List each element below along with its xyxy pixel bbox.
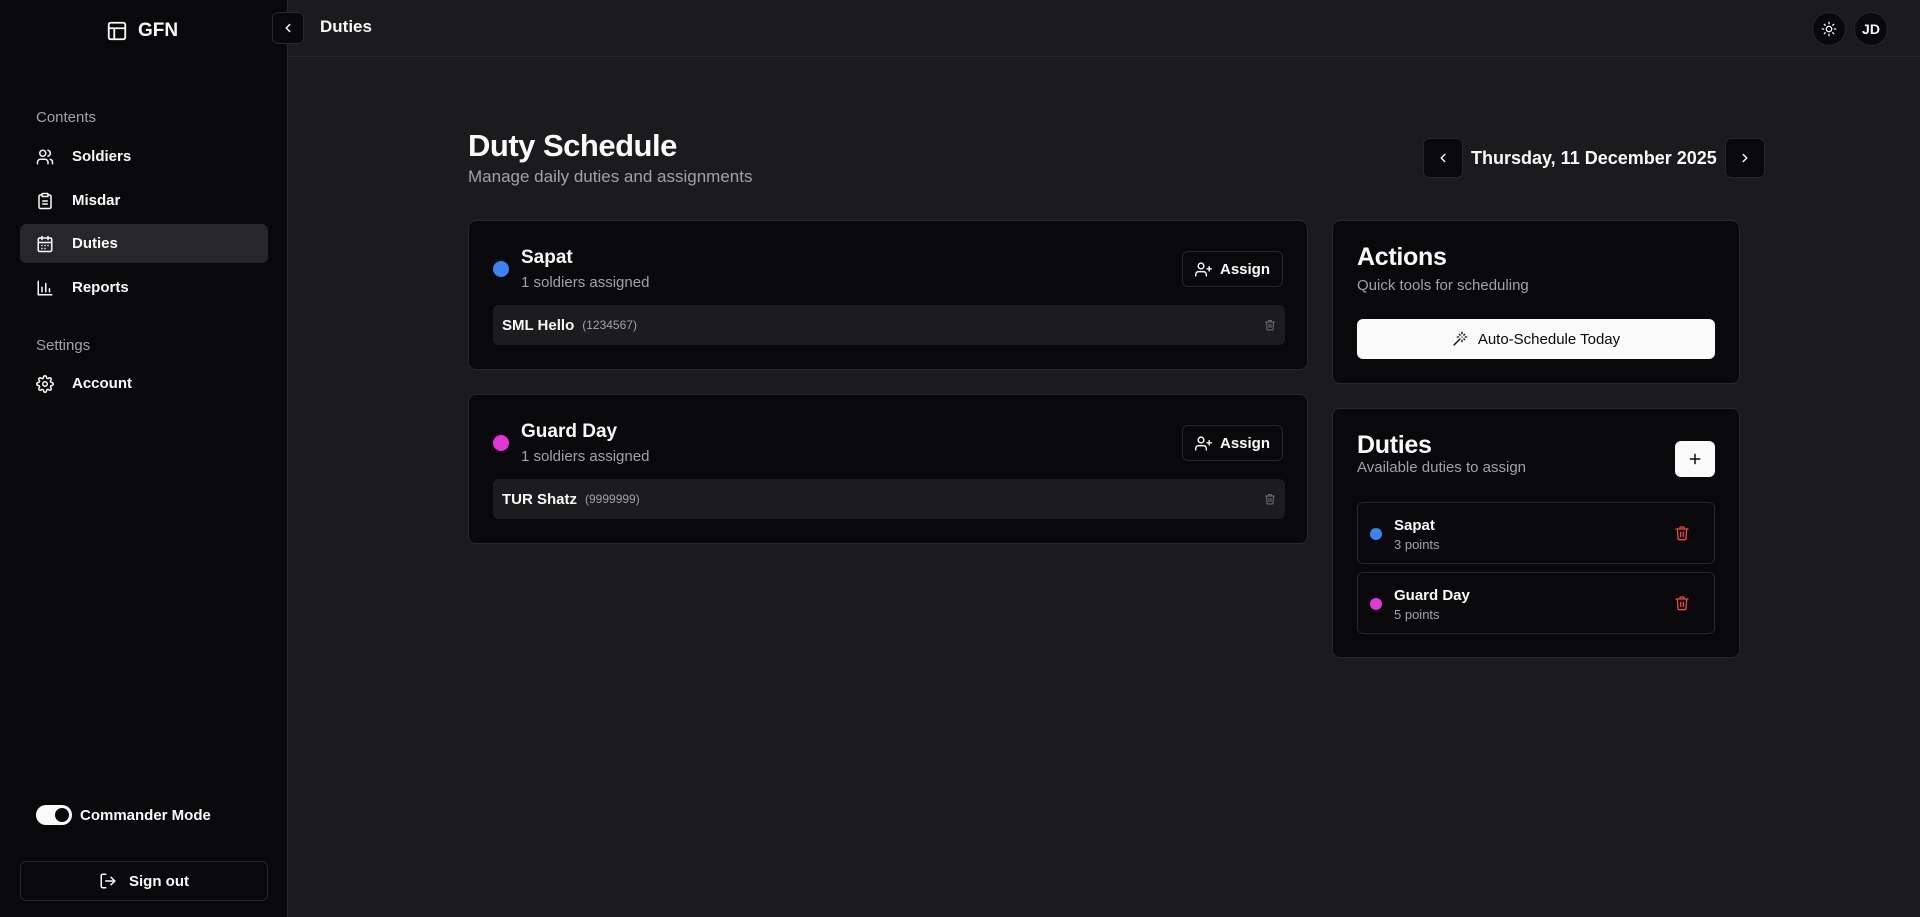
actions-subtitle: Quick tools for scheduling [1357,277,1529,294]
commander-mode: Commander Mode [36,805,211,825]
collapse-sidebar-button[interactable] [272,12,304,44]
duty-color-dot [493,261,509,277]
plus-icon [1688,452,1702,466]
duty-card-guard-day: Guard Day 1 soldiers assigned Assign TUR… [468,394,1308,544]
duty-assigned-count: 1 soldiers assigned [521,274,650,291]
assigned-soldier-row: SML Hello (1234567) [493,305,1285,345]
theme-toggle-button[interactable] [1812,12,1846,46]
sign-out-label: Sign out [129,872,189,890]
toggle-knob [55,808,69,822]
current-date: Thursday, 11 December 2025 [1471,147,1717,168]
assigned-soldier-row: TUR Shatz (9999999) [493,479,1285,519]
actions-title: Actions [1357,243,1447,271]
add-duty-button[interactable] [1675,441,1715,477]
duty-card-header: Sapat 1 soldiers assigned [493,247,649,291]
assign-button[interactable]: Assign [1181,251,1283,287]
chevron-right-icon [1738,151,1752,165]
sidebar-item-duties[interactable]: Duties [20,224,268,263]
magic-wand-icon [1452,331,1468,347]
soldier-id: (1234567) [582,318,637,332]
sign-out-button[interactable]: Sign out [20,861,268,901]
duty-color-dot [493,435,509,451]
duty-list-item-sapat[interactable]: Sapat 3 points [1357,502,1715,564]
sidebar: GFN Contents Soldiers Misdar Duties Repo… [0,0,288,917]
duty-list-item-guard-day[interactable]: Guard Day 5 points [1357,572,1715,634]
chevron-left-icon [281,21,295,35]
duty-item-name: Guard Day [1394,587,1470,604]
settings-section-label: Settings [36,337,91,354]
duty-card-sapat: Sapat 1 soldiers assigned Assign SML Hel… [468,220,1308,370]
next-day-button[interactable] [1724,138,1765,178]
duty-assigned-count: 1 soldiers assigned [521,448,650,465]
duties-panel-subtitle: Available duties to assign [1357,459,1526,476]
gear-icon [36,374,54,393]
bar-chart-icon [36,279,54,297]
duty-color-dot [1370,528,1382,540]
commander-mode-toggle[interactable] [36,805,72,825]
sun-icon [1821,21,1837,37]
date-navigator: Thursday, 11 December 2025 [1423,138,1765,178]
sidebar-item-reports[interactable]: Reports [20,268,268,307]
duty-item-points: 5 points [1394,607,1440,622]
duty-item-name: Sapat [1394,517,1435,534]
assign-label: Assign [1219,260,1270,278]
auto-schedule-label: Auto-Schedule Today [1477,330,1621,348]
chevron-left-icon [1436,151,1450,165]
user-plus-icon [1194,435,1212,452]
duty-name: Guard Day [521,421,618,442]
calendar-icon [36,235,54,253]
delete-duty-trash-icon[interactable] [1674,525,1690,541]
sidebar-item-label: Account [72,375,132,392]
remove-soldier-trash-icon[interactable] [1264,493,1276,505]
brand[interactable]: GFN [106,18,178,44]
contents-section-label: Contents [36,109,97,126]
actions-card: Actions Quick tools for scheduling Auto-… [1332,220,1740,384]
remove-soldier-trash-icon[interactable] [1264,319,1276,331]
auto-schedule-button[interactable]: Auto-Schedule Today [1357,319,1715,359]
layout-icon [106,20,128,42]
sidebar-item-label: Soldiers [72,148,132,165]
sidebar-item-soldiers[interactable]: Soldiers [20,137,268,176]
duties-panel-title: Duties [1357,431,1432,459]
sidebar-item-label: Reports [72,279,129,296]
sidebar-item-label: Misdar [72,192,121,209]
soldier-name: SML Hello [502,316,575,334]
brand-name: GFN [138,20,179,41]
previous-day-button[interactable] [1423,138,1463,178]
users-icon [36,148,54,166]
soldier-name: TUR Shatz [502,490,577,508]
user-plus-icon [1194,261,1212,278]
duties-panel: Duties Available duties to assign Sapat … [1332,408,1740,658]
sidebar-item-misdar[interactable]: Misdar [20,181,268,220]
assign-button[interactable]: Assign [1181,425,1283,461]
soldier-id: (9999999) [585,492,640,506]
page-title: Duty Schedule [468,128,677,163]
duty-item-points: 3 points [1394,537,1440,552]
sidebar-item-label: Duties [72,235,118,252]
sidebar-item-account[interactable]: Account [20,364,268,403]
log-out-icon [99,872,117,890]
commander-mode-label: Commander Mode [80,806,211,824]
page-subtitle: Manage daily duties and assignments [468,167,753,186]
clipboard-icon [36,192,54,210]
duty-name: Sapat [521,247,573,268]
avatar[interactable]: JD [1854,12,1888,46]
header-title: Duties [320,17,372,36]
duty-color-dot [1370,598,1382,610]
duty-card-header: Guard Day 1 soldiers assigned [493,421,649,465]
assign-label: Assign [1219,434,1270,452]
delete-duty-trash-icon[interactable] [1674,595,1690,611]
top-bar [288,0,1920,57]
